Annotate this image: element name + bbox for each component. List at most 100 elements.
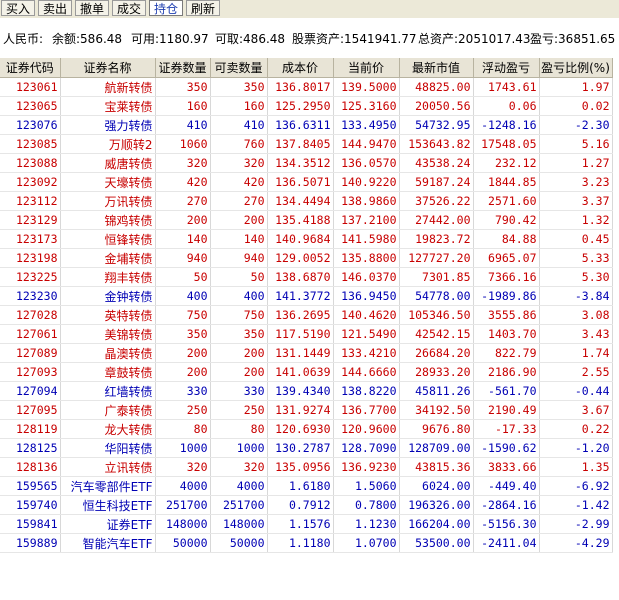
cell-price: 1.0700 <box>333 533 400 553</box>
cell-cost: 141.3772 <box>267 286 334 306</box>
table-row[interactable]: 123076 强力转债 410 410 136.6311 133.4950 54732.95… <box>0 115 613 135</box>
cell-price: 125.3160 <box>333 96 400 116</box>
table-row[interactable]: 127061 美锦转债 350 350 117.5190 121.5490 42542.15… <box>0 324 613 344</box>
cell-code: 127094 <box>0 381 61 401</box>
cell-pl-ratio: 3.67 <box>539 400 613 420</box>
table-row[interactable]: 127094 红墙转债 330 330 139.4340 138.8220 45811.26… <box>0 381 613 401</box>
cell-price: 136.0570 <box>333 153 400 173</box>
cell-market-value: 43538.24 <box>399 153 474 173</box>
table-row[interactable]: 127093 章鼓转债 200 200 141.0639 144.6660 28933.20… <box>0 362 613 382</box>
table-row[interactable]: 127028 英特转债 750 750 136.2695 140.4620 105346.5… <box>0 305 613 325</box>
deals-button[interactable]: 成交 <box>112 0 146 16</box>
col-header-price[interactable]: 当前价 <box>333 58 400 78</box>
cell-pl-ratio: 3.43 <box>539 324 613 344</box>
cell-pl-ratio: 3.08 <box>539 305 613 325</box>
cell-sellable: 200 <box>210 362 268 382</box>
cancel-order-button[interactable]: 撤单 <box>75 0 109 16</box>
table-row[interactable]: 123085 万顺转2 1060 760 137.8405 144.9470 153643.… <box>0 134 613 154</box>
refresh-button[interactable]: 刷新 <box>186 0 220 16</box>
cell-price: 144.9470 <box>333 134 400 154</box>
cell-floating-pl: 3833.66 <box>473 457 540 477</box>
cell-floating-pl: -17.33 <box>473 419 540 439</box>
cell-market-value: 6024.00 <box>399 476 474 496</box>
cell-cost: 130.2787 <box>267 438 334 458</box>
buy-button[interactable]: 买入 <box>1 0 35 16</box>
cell-qty: 200 <box>155 343 211 363</box>
cell-price: 138.9860 <box>333 191 400 211</box>
cell-price: 128.7090 <box>333 438 400 458</box>
col-header-qty[interactable]: 证券数量 <box>155 58 211 78</box>
cell-code: 123230 <box>0 286 61 306</box>
cell-sellable: 320 <box>210 457 268 477</box>
cell-cost: 120.6930 <box>267 419 334 439</box>
cell-market-value: 27442.00 <box>399 210 474 230</box>
cell-cost: 125.2950 <box>267 96 334 116</box>
cell-cost: 129.0052 <box>267 248 334 268</box>
cell-qty: 50000 <box>155 533 211 553</box>
cell-cost: 0.7912 <box>267 495 334 515</box>
cell-floating-pl: 3555.86 <box>473 305 540 325</box>
table-row[interactable]: 159740 恒生科技ETF 251700 251700 0.7912 0.7800 196… <box>0 495 613 515</box>
table-row[interactable]: 123061 航新转债 350 350 136.8017 139.5000 48825.00… <box>0 77 613 97</box>
cell-pl-ratio: 1.97 <box>539 77 613 97</box>
cell-floating-pl: -1989.86 <box>473 286 540 306</box>
cell-floating-pl: -2411.04 <box>473 533 540 553</box>
cell-pl-ratio: -2.99 <box>539 514 613 534</box>
table-row[interactable]: 123173 恒锋转债 140 140 140.9684 141.5980 19823.72… <box>0 229 613 249</box>
table-row[interactable]: 128119 龙大转债 80 80 120.6930 120.9600 9676.80 -17… <box>0 419 613 439</box>
table-row[interactable]: 128125 华阳转债 1000 1000 130.2787 128.7090 128709… <box>0 438 613 458</box>
cell-market-value: 128709.00 <box>399 438 474 458</box>
cell-pl-ratio: 2.55 <box>539 362 613 382</box>
cell-cost: 136.8017 <box>267 77 334 97</box>
table-row[interactable]: 128136 立讯转债 320 320 135.0956 136.9230 43815.36… <box>0 457 613 477</box>
cell-qty: 420 <box>155 172 211 192</box>
col-header-code[interactable]: 证券代码 <box>0 58 61 78</box>
cell-market-value: 153643.82 <box>399 134 474 154</box>
cell-qty: 140 <box>155 229 211 249</box>
cell-name: 航新转债 <box>60 77 156 97</box>
cell-cost: 1.6180 <box>267 476 334 496</box>
cell-code: 123065 <box>0 96 61 116</box>
cell-pl-ratio: 0.02 <box>539 96 613 116</box>
cell-market-value: 48825.00 <box>399 77 474 97</box>
col-header-market-value[interactable]: 最新市值 <box>399 58 474 78</box>
cell-floating-pl: 1844.85 <box>473 172 540 192</box>
table-row[interactable]: 123112 万讯转债 270 270 134.4494 138.9860 37526.22… <box>0 191 613 211</box>
sell-button[interactable]: 卖出 <box>38 0 72 16</box>
cell-pl-ratio: 3.23 <box>539 172 613 192</box>
cell-qty: 350 <box>155 324 211 344</box>
positions-button[interactable]: 持仓 <box>149 0 183 16</box>
col-header-sellable[interactable]: 可卖数量 <box>210 58 268 78</box>
cell-code: 127093 <box>0 362 61 382</box>
col-header-floating-pl[interactable]: 浮动盈亏 <box>473 58 540 78</box>
table-row[interactable]: 123065 宝莱转债 160 160 125.2950 125.3160 20050.56… <box>0 96 613 116</box>
cell-name: 华阳转债 <box>60 438 156 458</box>
table-row[interactable]: 123088 威唐转债 320 320 134.3512 136.0570 43538.24… <box>0 153 613 173</box>
cell-market-value: 9676.80 <box>399 419 474 439</box>
table-row[interactable]: 123230 金钟转债 400 400 141.3772 136.9450 54778.00… <box>0 286 613 306</box>
table-row[interactable]: 127089 晶澳转债 200 200 131.1449 133.4210 26684.20… <box>0 343 613 363</box>
table-row[interactable]: 159889 智能汽车ETF 50000 50000 1.1180 1.0700 53500… <box>0 533 613 553</box>
cell-qty: 148000 <box>155 514 211 534</box>
cell-qty: 750 <box>155 305 211 325</box>
table-row[interactable]: 123225 翔丰转债 50 50 138.6870 146.0370 7301.85 736… <box>0 267 613 287</box>
table-row[interactable]: 123129 锦鸡转债 200 200 135.4188 137.2100 27442.00… <box>0 210 613 230</box>
cell-pl-ratio: -2.30 <box>539 115 613 135</box>
table-row[interactable]: 159841 证券ETF 148000 148000 1.1576 1.1230 16620… <box>0 514 613 534</box>
cell-sellable: 251700 <box>210 495 268 515</box>
col-header-name[interactable]: 证券名称 <box>60 58 156 78</box>
col-header-pl-ratio[interactable]: 盈亏比例(%) <box>539 58 613 78</box>
cell-floating-pl: 1743.61 <box>473 77 540 97</box>
cell-price: 138.8220 <box>333 381 400 401</box>
table-row[interactable]: 123092 天壕转债 420 420 136.5071 140.9220 59187.24… <box>0 172 613 192</box>
table-row[interactable]: 123198 金埔转债 940 940 129.0052 135.8800 127727.2… <box>0 248 613 268</box>
col-header-cost[interactable]: 成本价 <box>267 58 334 78</box>
table-row[interactable]: 159565 汽车零部件ETF 4000 4000 1.6180 1.5060 6024.0… <box>0 476 613 496</box>
cell-qty: 50 <box>155 267 211 287</box>
table-row[interactable]: 127095 广泰转债 250 250 131.9274 136.7700 34192.50… <box>0 400 613 420</box>
cell-sellable: 50 <box>210 267 268 287</box>
cell-qty: 160 <box>155 96 211 116</box>
cell-qty: 200 <box>155 362 211 382</box>
cell-name: 立讯转债 <box>60 457 156 477</box>
cell-name: 智能汽车ETF <box>60 533 156 553</box>
